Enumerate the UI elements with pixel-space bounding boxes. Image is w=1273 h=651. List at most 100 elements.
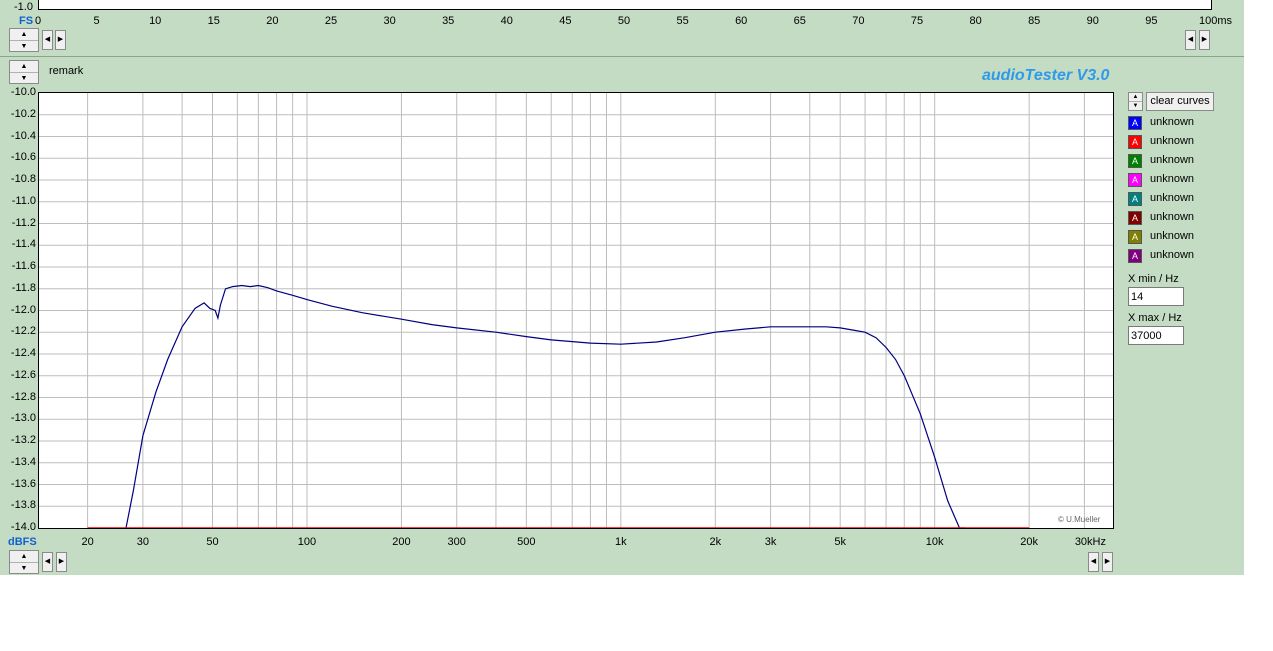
xmin-input[interactable] [1128,287,1184,306]
x-tick-label: 30 [136,536,149,548]
freq-pan-left-button[interactable]: ◀ [1088,552,1099,572]
curve-swatch-icon[interactable]: A [1128,230,1142,244]
x-tick-label: 2k [709,536,722,548]
time-tick-label: 85 [1028,15,1041,27]
y-tick-label: -12.8 [10,390,36,403]
chart-svg [39,93,1113,528]
y-tick-label: -11.4 [11,238,36,251]
time-tick-label: 15 [207,15,220,27]
xmax-input[interactable] [1128,326,1184,345]
x-tick-label: 100 [297,536,317,548]
y-tick-label: -10.6 [10,151,36,164]
legend-label: unknown [1150,230,1195,242]
x-tick-label: 10k [925,536,944,548]
curve-swatch-icon[interactable]: A [1128,249,1142,263]
x-tick-label: 50 [206,536,219,548]
remark-label: remark [49,65,84,77]
legend-label: unknown [1150,116,1195,128]
curve-swatch-icon[interactable]: A [1128,154,1142,168]
time-tick-label: 55 [676,15,689,27]
x-tick-label: 500 [517,536,536,548]
clear-curves-button[interactable]: clear curves [1146,92,1214,111]
legend-label: unknown [1150,154,1195,166]
x-tick-label: 3k [764,536,777,548]
time-tick-label: 60 [735,15,748,27]
legend-label: unknown [1150,192,1195,204]
time-tick-label: 90 [1086,15,1099,27]
time-tick-label: 100ms [1199,15,1233,27]
time-y-label: -1.0 [14,1,33,13]
x-tick-label: 30kHz [1074,536,1106,548]
y-tick-label: -11.2 [11,216,36,229]
time-tick-label: 35 [442,15,455,27]
y-tick-label: -13.8 [10,499,36,512]
y-tick-label: -10.2 [10,107,36,120]
spin-down-icon[interactable]: ▼ [10,562,38,574]
time-tick-label: 45 [559,15,572,27]
curve-swatch-icon[interactable]: A [1128,192,1142,206]
time-tick-label: 65 [793,15,806,27]
time-pan-right-button[interactable]: ▶ [1199,30,1210,50]
spin-up-icon[interactable]: ▲ [1129,93,1142,101]
copyright-text: © U.Mueller [1058,515,1101,524]
spin-down-icon[interactable]: ▼ [10,72,38,84]
y-tick-label: -13.4 [10,455,36,468]
y-tick-label: -12.2 [10,325,36,338]
y-tick-label: -14.0 [10,521,36,533]
time-tick-label: 50 [617,15,631,27]
time-tick-label: 10 [149,15,162,27]
legend-label: unknown [1150,135,1195,147]
spin-down-icon[interactable]: ▼ [10,40,38,52]
x-tick-label: 1k [615,536,627,548]
time-plot-strip [38,0,1212,10]
legend-label: unknown [1150,173,1195,185]
x-tick-label: 200 [392,536,411,548]
legend-spinner[interactable]: ▲ ▼ [1128,92,1143,111]
spin-up-icon[interactable]: ▲ [10,551,38,562]
y-unit-label: dBFS [8,536,37,548]
x-tick-label: 20 [81,536,94,548]
curve-swatch-icon[interactable]: A [1128,211,1142,225]
time-tick-label: 5 [93,15,100,27]
time-tick-label: 25 [324,15,338,27]
y-tick-label: -12.6 [10,368,36,381]
time-tick-label: 20 [266,15,279,27]
y-tick-label: -13.6 [10,477,36,490]
curve-swatch-icon[interactable]: A [1128,135,1142,149]
time-y-spinner[interactable]: ▲ ▼ [9,28,39,52]
freq-pan-right-button[interactable]: ▶ [1102,552,1113,572]
remark-spinner[interactable]: ▲ ▼ [9,60,39,84]
frequency-response-plot [38,92,1114,529]
xmax-label: X max / Hz [1128,312,1182,324]
brand-title: audioTester V3.0 [982,67,1110,84]
time-tick-label: 0 [34,15,42,27]
spin-up-icon[interactable]: ▲ [10,61,38,72]
time-tick-label: 30 [383,15,396,27]
time-tick-label: 40 [500,15,513,27]
y-tick-label: -12.0 [10,303,36,316]
panel-separator [0,56,1244,57]
curve-swatch-icon[interactable]: A [1128,116,1142,130]
y-tick-label: -10.0 [10,86,36,98]
freq-scroll-right-button[interactable]: ▶ [56,552,67,572]
legend-label: unknown [1150,249,1195,261]
spin-up-icon[interactable]: ▲ [10,29,38,40]
time-tick-label: 95 [1145,15,1158,27]
freq-scroll-left-button[interactable]: ◀ [42,552,53,572]
x-tick-label: 300 [447,536,466,548]
freq-y-spinner[interactable]: ▲ ▼ [9,550,39,574]
y-tick-label: -10.4 [10,129,36,142]
xmin-label: X min / Hz [1128,273,1179,285]
time-scroll-left-button[interactable]: ◀ [42,30,53,50]
y-tick-label: -11.6 [11,260,36,272]
y-tick-label: -11.0 [11,194,36,207]
x-tick-label: 20k [1020,536,1039,548]
curve-swatch-icon[interactable]: A [1128,173,1142,187]
time-tick-label: 70 [852,15,865,27]
response-curve-line [125,284,966,528]
x-tick-label: 5k [834,536,846,548]
time-pan-left-button[interactable]: ◀ [1185,30,1196,50]
spin-down-icon[interactable]: ▼ [1129,101,1142,110]
y-tick-label: -10.8 [10,173,36,185]
time-scroll-right-button[interactable]: ▶ [55,30,66,50]
